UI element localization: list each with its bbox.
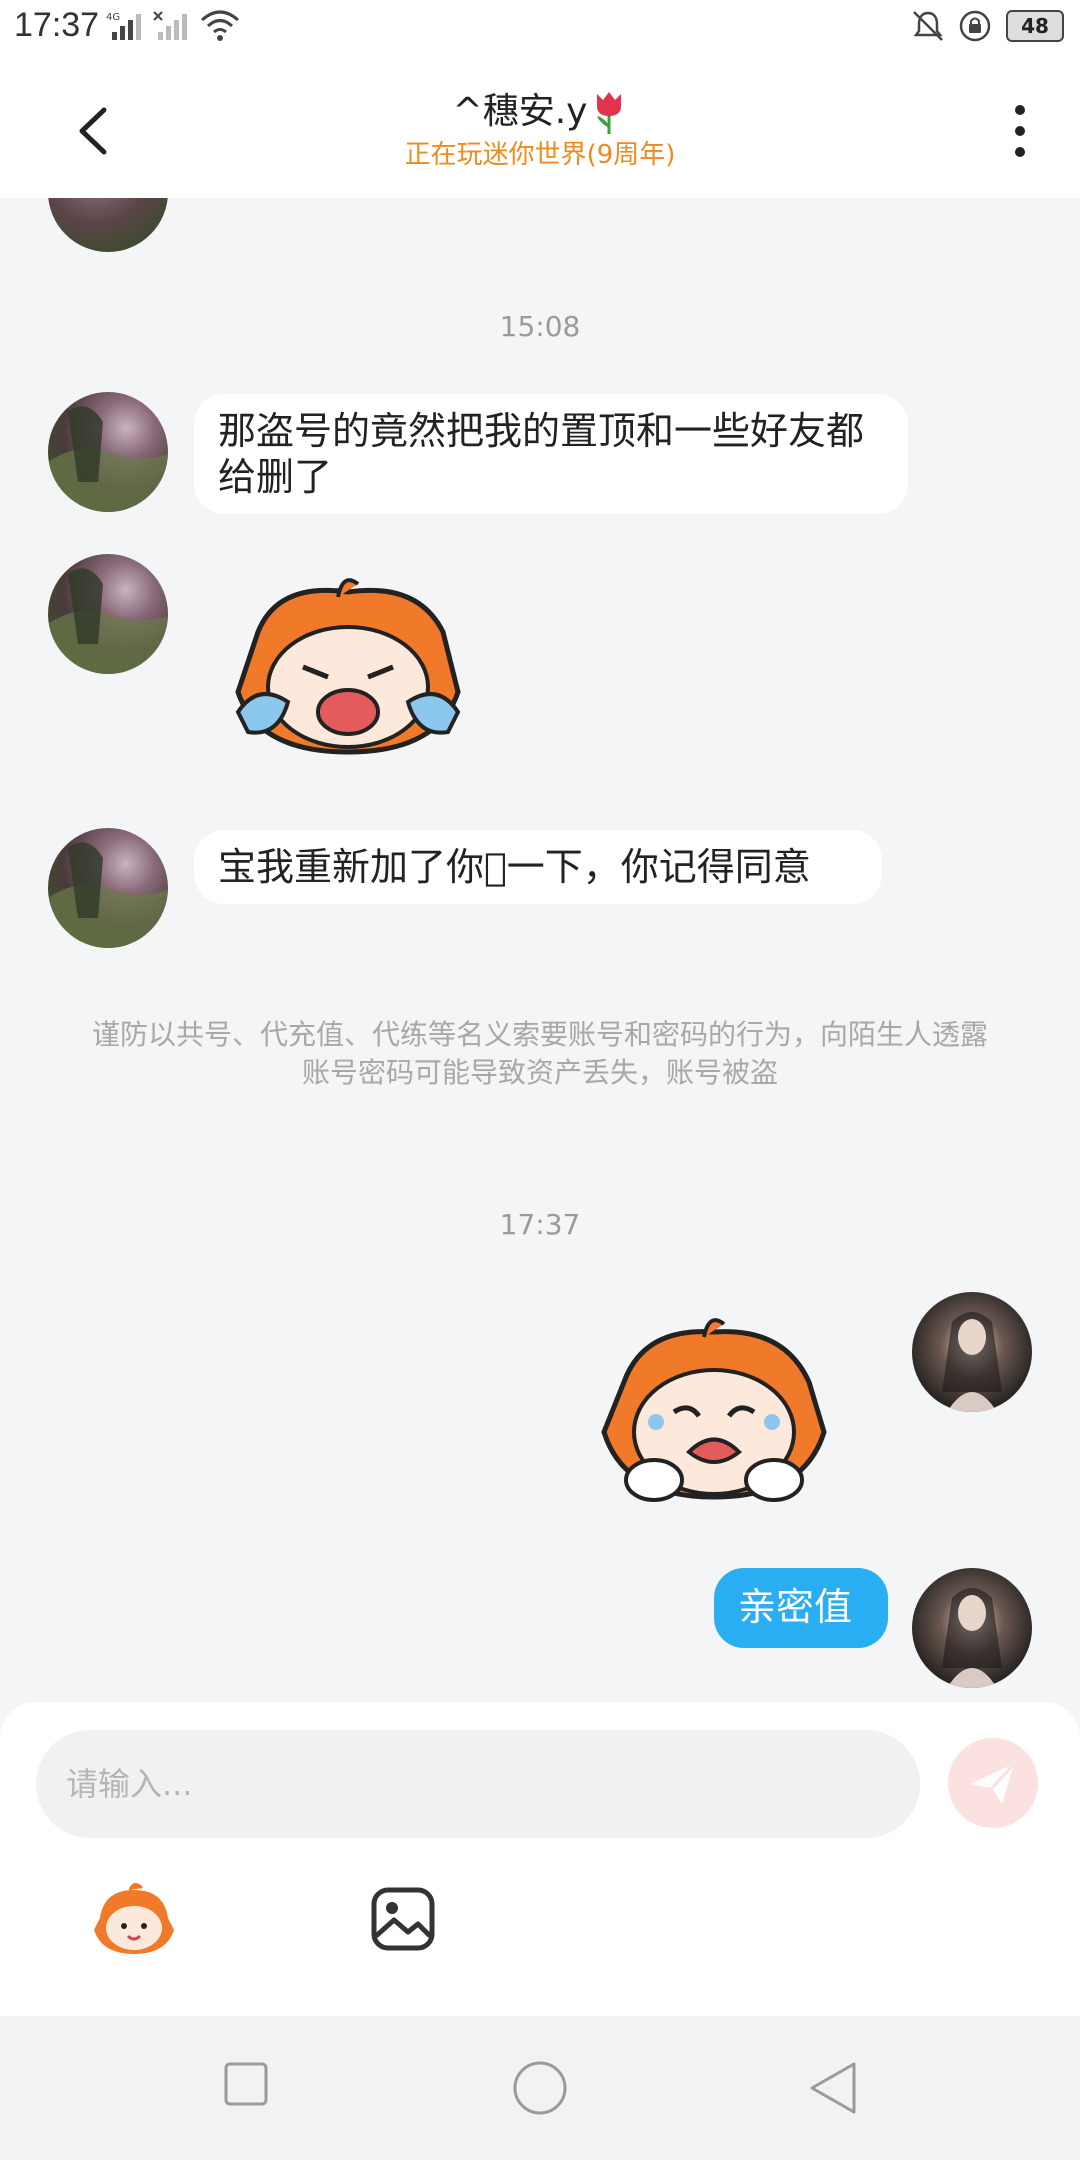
avatar[interactable] (912, 1568, 1032, 1688)
mute-bell-icon (912, 11, 943, 41)
message-bubble[interactable]: 宝我重新加了你􀀀一下，你记得同意 (194, 830, 882, 904)
contact-status: 正在玩迷你世界(9周年) (404, 140, 676, 170)
message-input-container[interactable] (36, 1730, 920, 1838)
avatar[interactable] (48, 198, 168, 252)
tulip-icon (597, 92, 622, 134)
rotation-lock-icon (959, 10, 991, 42)
more-icon[interactable] (1000, 96, 1040, 166)
system-nav-bar (0, 2016, 1080, 2160)
nav-back-icon[interactable] (808, 2060, 858, 2116)
input-area (0, 1702, 1080, 2016)
crying-mascot-sticker[interactable] (594, 1312, 834, 1512)
emoji-icon[interactable] (90, 1882, 178, 1958)
timestamp: 17:37 (499, 1208, 581, 1241)
wifi-icon (201, 10, 239, 41)
avatar[interactable] (912, 1292, 1032, 1412)
security-notice: 谨防以共号、代充值、代练等名义索要账号和密码的行为，向陌生人透露账号密码可能导致… (91, 1018, 988, 1089)
status-time: 17:37 (14, 6, 100, 44)
chat-title: ^穗安.y (0, 82, 1080, 136)
send-icon (970, 1762, 1016, 1804)
contact-name: ^穗安.y (452, 91, 588, 132)
nav-square-icon[interactable] (222, 2060, 270, 2108)
chat-message-list[interactable]: 15:08 那盗号的竟然把我的置顶和一些好友都给删了 宝我重新加了你􀀀一下，你记… (0, 198, 1080, 1698)
crying-mascot-sticker[interactable] (218, 572, 478, 762)
network-label: 4G (106, 12, 120, 23)
battery-indicator: 48 (1006, 10, 1064, 42)
timestamp: 15:08 (499, 310, 581, 343)
status-right: 48 (910, 8, 1064, 44)
chat-header: ^穗安.y 正在玩迷你世界(9周年) (0, 56, 1080, 198)
signal-4g-icon: 4G (106, 12, 141, 40)
message-bubble[interactable]: 那盗号的竟然把我的置顶和一些好友都给删了 (194, 394, 908, 514)
message-bubble-self[interactable]: 亲密值 (714, 1568, 888, 1648)
nav-circle-icon[interactable] (512, 2060, 568, 2116)
signal-no-service-icon (153, 11, 187, 40)
avatar[interactable] (48, 392, 168, 512)
status-bar: 17:37 4G 48 (0, 0, 1080, 56)
image-icon[interactable] (370, 1886, 436, 1952)
avatar[interactable] (48, 828, 168, 948)
message-input[interactable] (64, 1764, 888, 1804)
send-button[interactable] (948, 1738, 1038, 1828)
avatar[interactable] (48, 554, 168, 674)
